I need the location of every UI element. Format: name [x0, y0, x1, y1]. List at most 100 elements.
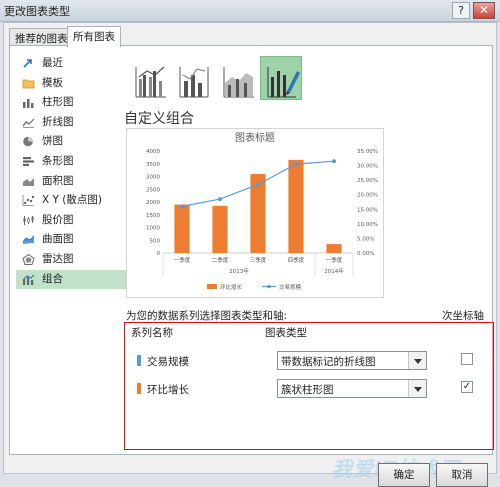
chart-title: 图表标题 [235, 131, 275, 144]
line-point [256, 182, 260, 187]
series-row: 环比增长 簇状柱形图 ✓ [125, 379, 495, 399]
chart-type-select-value: 簇状柱形图 [281, 384, 334, 396]
cancel-button[interactable]: 取消 [436, 463, 488, 487]
x-tick-label: 二季度 [212, 256, 229, 264]
legend-swatch-bar [207, 284, 217, 289]
y-left-tick-label: 2000 [146, 200, 160, 206]
series-name: 环比增长 [147, 384, 189, 396]
y-right-tick-label: 5.00% [357, 236, 374, 242]
recent-icon [23, 59, 32, 68]
series-row: 交易规模 带数据标记的折线图 [125, 351, 495, 371]
chart-type-label: 面积图 [42, 174, 74, 187]
custom-combo-subtype[interactable] [260, 56, 302, 100]
line-point [218, 197, 222, 202]
y-left-tick-label: 500 [150, 238, 161, 244]
chart-type-recent[interactable]: 最近 [16, 54, 134, 74]
bar-mark [288, 159, 304, 253]
chart-type-surface[interactable]: 曲面图 [16, 230, 134, 250]
chart-type-stock[interactable]: 股价图 [16, 211, 134, 231]
series-name: 交易规模 [147, 356, 189, 368]
chart-type-panel: 最近 模板 柱形图 折线图 饼图 条形图 面积图 X Y (散点图) 股价图 曲… [9, 45, 495, 455]
chart-type-column[interactable]: 柱形图 [16, 93, 134, 113]
stacked-area-column-subtype[interactable] [216, 56, 258, 100]
chart-type-label: 股价图 [42, 213, 74, 226]
chart-type-scatter[interactable]: X Y (散点图) [16, 191, 134, 211]
y-left-tick-label: 4000 [146, 149, 160, 155]
legend-swatch-point [267, 284, 271, 289]
stock-chart-icon [23, 215, 34, 225]
bar-mark [212, 205, 228, 253]
chart-type-radar[interactable]: 雷达图 [16, 250, 134, 270]
x-tick-label: 四季度 [288, 256, 305, 264]
x-tick-label: 三季度 [250, 256, 267, 264]
chart-type-label: 柱形图 [42, 96, 74, 109]
chart-type-label: 曲面图 [42, 233, 74, 246]
chart-type-select-value: 带数据标记的折线图 [281, 356, 376, 368]
col-secondary-axis: 次坐标轴 [442, 310, 484, 322]
chart-type-select[interactable]: 带数据标记的折线图 [277, 351, 427, 370]
chart-type-area[interactable]: 面积图 [16, 172, 134, 192]
bar-chart-icon [23, 156, 34, 166]
chart-type-bar[interactable]: 条形图 [16, 152, 134, 172]
series-table-header: 系列名称 图表类型 [125, 323, 445, 341]
legend-label: 环比增长 [220, 283, 243, 291]
line-chart-icon [22, 118, 35, 128]
column-line-secondary-subtype[interactable] [172, 56, 214, 100]
y-left-tick-label: 1000 [146, 226, 160, 232]
chart-type-label: 饼图 [42, 135, 63, 148]
chevron-down-icon[interactable] [408, 352, 426, 369]
stacked-area-column-icon [223, 67, 254, 98]
x-group-label: 2014年 [324, 267, 344, 275]
chart-type-pie[interactable]: 饼图 [16, 132, 134, 152]
y-left-tick-label: 3000 [146, 175, 160, 181]
section-title: 自定义组合 [124, 111, 194, 127]
y-right-tick-label: 20.00% [357, 193, 378, 199]
x-group-label: 2013年 [229, 267, 249, 275]
bar-mark [174, 204, 190, 253]
y-left-tick-label: 0 [157, 251, 161, 257]
x-tick-label: 一季度 [174, 256, 191, 264]
line-point [180, 204, 184, 209]
column-line-secondary-icon [179, 67, 209, 98]
close-button[interactable]: ✕ [473, 2, 495, 19]
window-title: 更改图表类型 [4, 5, 70, 18]
tab-recommended-charts[interactable]: 推荐的图表 [9, 28, 74, 46]
legend-label: 交易规模 [279, 283, 302, 291]
col-chart-type: 图表类型 [265, 327, 307, 339]
chevron-down-icon[interactable] [408, 380, 426, 397]
series-color-marker [137, 383, 141, 394]
chart-type-templates[interactable]: 模板 [16, 74, 134, 94]
ok-button[interactable]: 确定 [378, 463, 430, 487]
clustered-column-line-icon [135, 66, 166, 98]
line-point [294, 162, 298, 167]
custom-combo-icon [267, 67, 300, 98]
tab-all-charts[interactable]: 所有图表 [67, 26, 121, 47]
scatter-chart-icon [22, 195, 35, 207]
y-left-tick-label: 2500 [146, 187, 160, 193]
chart-preview: 图表标题 0 500 1000 1500 2000 2500 3000 3500 4000 0.00… [126, 128, 384, 298]
chart-type-select[interactable]: 簇状柱形图 [277, 379, 427, 398]
x-tick-label: 一季度 [326, 256, 343, 264]
y-right-tick-label: 15.00% [357, 207, 378, 213]
surface-chart-icon [22, 235, 35, 245]
chart-type-label: 折线图 [42, 115, 74, 128]
clustered-column-line-subtype[interactable] [128, 56, 170, 100]
chart-type-label: 组合 [42, 272, 63, 285]
chart-type-combo[interactable]: 组合 [16, 269, 134, 290]
chart-type-line[interactable]: 折线图 [16, 113, 134, 133]
y-right-tick-label: 25.00% [357, 178, 378, 184]
y-right-tick-label: 30.00% [357, 164, 378, 170]
folder-icon [22, 79, 35, 88]
secondary-axis-checkbox[interactable] [461, 353, 473, 365]
radar-chart-icon [22, 253, 35, 265]
y-right-tick-label: 10.00% [357, 222, 378, 228]
help-button[interactable]: ? [452, 2, 470, 19]
series-color-marker [137, 355, 141, 366]
secondary-axis-checkbox[interactable]: ✓ [461, 381, 473, 393]
chart-type-label: 最近 [42, 57, 63, 69]
change-chart-type-dialog: 推荐的图表 所有图表 最近 模板 柱形图 折线图 饼图 条形图 面积图 X Y … [3, 22, 497, 487]
combo-chart-icon [22, 274, 35, 285]
title-bar: 更改图表类型 ? ✕ [0, 0, 500, 22]
chart-preview-svg: 图表标题 0 500 1000 1500 2000 2500 3000 3500 4000 0.00… [146, 131, 378, 291]
col-series-name: 系列名称 [131, 327, 173, 339]
